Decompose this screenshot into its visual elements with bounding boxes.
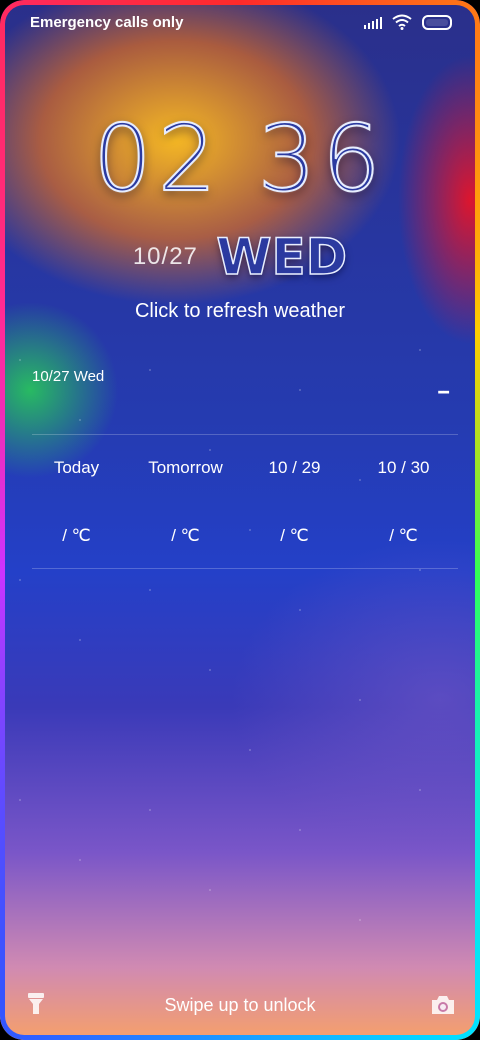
forecast-days: Today Tomorrow 10 / 29 10 / 30 [22, 458, 458, 478]
weather-date: 10/27 Wed [32, 368, 105, 385]
status-bar: Emergency calls only [30, 12, 452, 34]
weather-divider-top [32, 434, 458, 435]
forecast-temp: / ℃ [62, 526, 91, 545]
forecast-day: 10 / 30 [377, 458, 430, 477]
lock-screen: Emergency calls only 02 36 10/27 WED Cli… [0, 0, 480, 1040]
battery-icon [422, 14, 452, 30]
forecast-temps: / ℃ / ℃ / ℃ / ℃ [22, 526, 458, 546]
starfield-background [0, 330, 480, 950]
weather-current-temp: -- [437, 378, 450, 403]
forecast-day: Today [53, 458, 100, 477]
wifi-icon [392, 14, 412, 30]
refresh-weather-button[interactable]: Click to refresh weather [0, 300, 480, 323]
forecast-day: Tomorrow [148, 458, 223, 477]
weather-divider-bottom [32, 568, 458, 569]
clock-date: 10/27 [132, 243, 198, 270]
camera-icon[interactable] [430, 994, 456, 1016]
swipe-unlock-hint[interactable]: Swipe up to unlock [0, 995, 480, 1016]
date-row: 10/27 WED [0, 227, 480, 287]
forecast-day: 10 / 29 [268, 458, 321, 477]
clock-weekday: WED [216, 227, 348, 287]
signal-icon [364, 16, 382, 29]
carrier-status: Emergency calls only [30, 14, 184, 31]
clock-time: 02 36 [92, 104, 387, 213]
status-icons [364, 14, 452, 30]
forecast-temp: / ℃ [280, 526, 309, 545]
forecast-temp: / ℃ [389, 526, 418, 545]
forecast-temp: / ℃ [171, 526, 200, 545]
